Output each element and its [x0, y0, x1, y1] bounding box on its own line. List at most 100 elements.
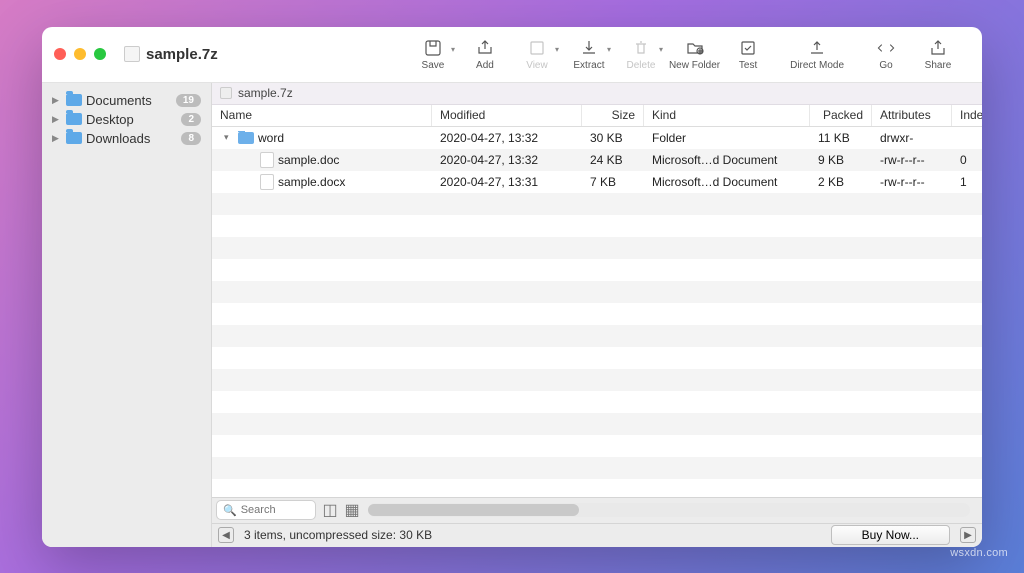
empty-row	[212, 391, 982, 413]
extract-button[interactable]: Extract▾	[565, 31, 613, 77]
breadcrumb[interactable]: sample.7z	[212, 83, 982, 105]
cell-kind: Folder	[644, 131, 810, 145]
cell-attributes: drwxr-	[872, 131, 952, 145]
cell-size: 24 KB	[582, 153, 644, 167]
sidebar-item-label: Documents	[86, 93, 152, 108]
toolbar: Save▾ Add View▾ Extract▾ Delete▾ New Fol…	[226, 31, 970, 77]
chevron-right-icon: ▶	[52, 114, 62, 125]
column-modified[interactable]: Modified	[432, 105, 582, 126]
preview-toggle-icon[interactable]: ▦	[344, 502, 360, 518]
direct-mode-button[interactable]: Direct Mode	[790, 31, 844, 77]
empty-row	[212, 479, 982, 497]
column-name[interactable]: Name	[212, 105, 432, 126]
folder-icon	[66, 94, 82, 106]
add-button[interactable]: Add	[461, 31, 509, 77]
bottom-bar: 🔍 ◫ ▦	[212, 497, 982, 523]
empty-row	[212, 215, 982, 237]
folder-icon	[66, 132, 82, 144]
search-field[interactable]	[241, 504, 301, 516]
collapse-left-icon[interactable]: ◀	[218, 527, 234, 543]
cell-kind: Microsoft…d Document	[644, 175, 810, 189]
empty-row	[212, 435, 982, 457]
cell-index: 1	[952, 175, 982, 189]
cell-size: 7 KB	[582, 175, 644, 189]
chevron-down-icon: ▾	[555, 45, 559, 54]
titlebar: sample.7z Save▾ Add View▾ Extract▾ Delet…	[42, 27, 982, 83]
count-badge: 19	[176, 94, 201, 107]
view-button[interactable]: View▾	[513, 31, 561, 77]
new-folder-button[interactable]: New Folder	[669, 31, 720, 77]
cell-packed: 2 KB	[810, 175, 872, 189]
file-list: ▾ word 2020-04-27, 13:3230 KBFolder11 KBdr…	[212, 127, 982, 497]
sidebar-item-downloads[interactable]: ▶ Downloads 8	[48, 129, 205, 148]
empty-row	[212, 303, 982, 325]
save-icon	[422, 38, 444, 58]
window-title-text: sample.7z	[146, 46, 218, 63]
add-icon	[474, 38, 496, 58]
cell-index: 0	[952, 153, 982, 167]
cell-kind: Microsoft…d Document	[644, 153, 810, 167]
zoom-icon[interactable]	[94, 48, 106, 60]
new-folder-icon	[684, 38, 706, 58]
cell-modified: 2020-04-27, 13:32	[432, 153, 582, 167]
disclosure-triangle-icon[interactable]: ▾	[224, 132, 234, 143]
sidebar-item-documents[interactable]: ▶ Documents 19	[48, 91, 205, 110]
count-badge: 2	[181, 113, 201, 126]
share-icon	[927, 38, 949, 58]
folder-icon	[238, 132, 254, 144]
chevron-down-icon: ▾	[659, 45, 663, 54]
archive-file-icon	[220, 87, 232, 99]
empty-row	[212, 347, 982, 369]
table-row[interactable]: sample.docx2020-04-27, 13:317 KBMicrosof…	[212, 171, 982, 193]
column-index[interactable]: Index	[952, 105, 982, 126]
buy-now-button[interactable]: Buy Now...	[831, 525, 950, 545]
column-attributes[interactable]: Attributes	[872, 105, 952, 126]
empty-row	[212, 259, 982, 281]
cell-packed: 11 KB	[810, 131, 872, 145]
horizontal-scrollbar[interactable]	[368, 503, 970, 517]
search-input[interactable]: 🔍	[216, 500, 316, 520]
test-icon	[737, 38, 759, 58]
collapse-right-icon[interactable]: ▶	[960, 527, 976, 543]
delete-button[interactable]: Delete▾	[617, 31, 665, 77]
empty-row	[212, 413, 982, 435]
cell-modified: 2020-04-27, 13:32	[432, 131, 582, 145]
scrollbar-thumb[interactable]	[368, 504, 579, 516]
cell-packed: 9 KB	[810, 153, 872, 167]
column-packed[interactable]: Packed	[810, 105, 872, 126]
empty-row	[212, 281, 982, 303]
table-row[interactable]: sample.doc 2020-04-27, 13:3224 KBMicrosof…	[212, 149, 982, 171]
breadcrumb-path: sample.7z	[238, 86, 293, 100]
share-button[interactable]: Share	[914, 31, 962, 77]
save-button[interactable]: Save▾	[409, 31, 457, 77]
chevron-right-icon: ▶	[52, 95, 62, 106]
document-icon	[260, 174, 274, 190]
empty-row	[212, 457, 982, 479]
main-panel: sample.7z Name Modified Size Kind Packed…	[212, 83, 982, 547]
app-window: sample.7z Save▾ Add View▾ Extract▾ Delet…	[42, 27, 982, 547]
go-button[interactable]: Go	[862, 31, 910, 77]
test-button[interactable]: Test	[724, 31, 772, 77]
folder-icon	[66, 113, 82, 125]
window-title: sample.7z	[124, 46, 218, 63]
cell-attributes: -rw-r--r--	[872, 175, 952, 189]
search-icon: 🔍	[223, 504, 237, 517]
close-icon[interactable]	[54, 48, 66, 60]
delete-icon	[630, 38, 652, 58]
direct-mode-icon	[806, 38, 828, 58]
empty-row	[212, 369, 982, 391]
sidebar: ▶ Documents 19 ▶ Desktop 2 ▶ Downloads 8	[42, 83, 212, 547]
column-kind[interactable]: Kind	[644, 105, 810, 126]
sidebar-item-desktop[interactable]: ▶ Desktop 2	[48, 110, 205, 129]
empty-row	[212, 325, 982, 347]
sidebar-toggle-icon[interactable]: ◫	[322, 502, 338, 518]
file-name: word	[258, 131, 284, 145]
column-size[interactable]: Size	[582, 105, 644, 126]
go-nav-icon	[875, 38, 897, 58]
empty-row	[212, 237, 982, 259]
file-name: sample.doc	[278, 153, 339, 167]
table-row[interactable]: ▾ word 2020-04-27, 13:3230 KBFolder11 KBdr…	[212, 127, 982, 149]
cell-size: 30 KB	[582, 131, 644, 145]
file-name: sample.docx	[278, 175, 345, 189]
minimize-icon[interactable]	[74, 48, 86, 60]
